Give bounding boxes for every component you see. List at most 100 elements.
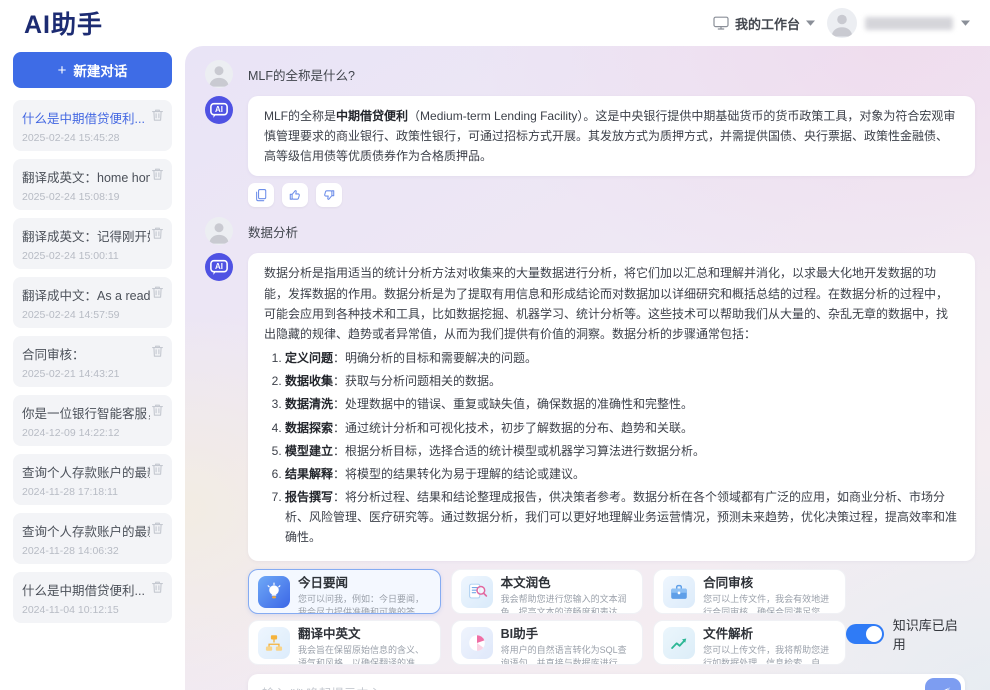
history-item[interactable]: 翻译成中文：As a reader... 2025-02-24 14:57:59	[13, 277, 172, 328]
history-item[interactable]: 你是一位银行智能客服，... 2024-12-09 14:22:12	[13, 395, 172, 446]
conversation-sidebar: + 新建对话 什么是中期借贷便利... 2025-02-24 15:45:28 …	[0, 46, 185, 690]
trash-icon[interactable]	[151, 462, 164, 476]
feature-card-bi[interactable]: BI助手 将用户的自然语言转化为SQL查询语句，并直接与数据库进行交互，返回智能…	[451, 620, 644, 665]
card-desc: 我会帮助您进行您输入的文本润色，提高文本的流畅度和表达效果。	[501, 593, 634, 613]
workspace-menu[interactable]: 我的工作台	[713, 14, 815, 33]
user-menu[interactable]	[827, 8, 970, 38]
toggle-knob	[866, 626, 882, 642]
list-item: 模型建立：根据分析目标，选择合适的统计模型或机器学习算法进行数据分析。	[285, 441, 959, 461]
card-title: BI助手	[501, 626, 634, 643]
history-title: 什么是中期借贷便利...	[22, 580, 150, 599]
history-title: 什么是中期借贷便利...	[22, 108, 150, 127]
polish-doc-icon	[461, 576, 493, 608]
trash-icon[interactable]	[151, 403, 164, 417]
list-item: 定义问题：明确分析的目标和需要解决的问题。	[285, 348, 959, 368]
ai-message-card: MLF的全称是中期借贷便利（Medium-term Lending Facili…	[248, 96, 975, 176]
history-time: 2025-02-24 14:57:59	[22, 309, 163, 321]
knowledge-base-label: 知识库已启用	[893, 615, 969, 653]
ai-message: MLF的全称是中期借贷便利（Medium-term Lending Facili…	[205, 96, 975, 176]
monitor-icon	[713, 16, 729, 30]
card-title: 合同审核	[703, 575, 836, 592]
card-desc: 我会旨在保留原始信息的含义、语气和风格，以确保翻译的准确性和自然流畅。	[298, 644, 431, 664]
analysis-steps-list: 定义问题：明确分析的目标和需要解决的问题。 数据收集：获取与分析问题相关的数据。…	[264, 348, 959, 547]
copy-button[interactable]	[248, 183, 274, 207]
new-chat-label: 新建对话	[73, 60, 127, 80]
history-time: 2025-02-21 14:43:21	[22, 368, 163, 380]
feature-card-contract[interactable]: 合同审核 您可以上传文件，我会有效地进行合同审核，确保合同满足您的业务需求。	[653, 569, 846, 614]
ai-text: MLF的全称是	[264, 109, 336, 123]
history-title: 查询个人存款账户的最新...	[22, 462, 150, 481]
trash-icon[interactable]	[151, 226, 164, 240]
user-message-text: 数据分析	[248, 222, 298, 241]
ai-message-card: 数据分析是指用适当的统计分析方法对收集来的大量数据进行分析，将它们加以汇总和理解…	[248, 253, 975, 560]
history-time: 2024-11-28 14:06:32	[22, 545, 163, 557]
list-item: 数据清洗：处理数据中的错误、重复或缺失值，确保数据的准确性和完整性。	[285, 394, 959, 414]
trash-icon[interactable]	[151, 167, 164, 181]
prompt-input[interactable]	[262, 687, 925, 690]
user-name-redacted	[865, 17, 953, 30]
ai-text-bold: 中期借贷便利	[336, 109, 408, 123]
trend-arrow-icon	[663, 627, 695, 659]
history-time: 2025-02-24 15:45:28	[22, 132, 163, 144]
trash-icon[interactable]	[151, 108, 164, 122]
user-message: MLF的全称是什么?	[205, 60, 975, 88]
history-time: 2025-02-24 15:08:19	[22, 191, 163, 203]
user-avatar-icon	[205, 217, 233, 245]
history-item[interactable]: 翻译成英文：home home 2025-02-24 15:08:19	[13, 159, 172, 210]
card-title: 今日要闻	[298, 575, 431, 592]
chat-panel: MLF的全称是什么? MLF的全称是中期借贷便利（Medium-term Len…	[185, 46, 990, 690]
history-time: 2024-12-09 14:22:12	[22, 427, 163, 439]
chevron-down-icon	[961, 20, 970, 26]
user-avatar-icon	[205, 60, 233, 88]
app-logo: AI助手	[24, 5, 103, 41]
trash-icon[interactable]	[151, 344, 164, 358]
user-message-text: MLF的全称是什么?	[248, 65, 355, 84]
history-title: 翻译成中文：As a reader...	[22, 285, 150, 304]
trash-icon[interactable]	[151, 285, 164, 299]
history-time: 2024-11-04 10:12:15	[22, 604, 163, 616]
ai-avatar-icon	[205, 96, 233, 124]
translate-nodes-icon	[258, 627, 290, 659]
knowledge-base-toggle[interactable]	[846, 624, 884, 644]
history-item[interactable]: 查询个人存款账户的最新... 2024-11-28 14:06:32	[13, 513, 172, 564]
pie-chart-icon	[461, 627, 493, 659]
user-message: 数据分析	[205, 217, 975, 245]
new-chat-button[interactable]: + 新建对话	[13, 52, 172, 88]
card-desc: 您可以上传文件，我会有效地进行合同审核，确保合同满足您的业务需求。	[703, 593, 836, 613]
history-title: 合同审核：	[22, 344, 150, 363]
history-item[interactable]: 什么是中期借贷便利... 2025-02-24 15:45:28	[13, 100, 172, 151]
history-title: 查询个人存款账户的最新...	[22, 521, 150, 540]
ai-message: 数据分析是指用适当的统计分析方法对收集来的大量数据进行分析，将它们加以汇总和理解…	[205, 253, 975, 560]
feature-cards: 今日要闻 您可以问我，例如：今日要闻，我会尽力提供准确和可靠的答案。 本文润色 …	[248, 569, 846, 665]
thumbs-down-button[interactable]	[316, 183, 342, 207]
thumbs-up-button[interactable]	[282, 183, 308, 207]
card-desc: 您可以问我，例如：今日要闻，我会尽力提供准确和可靠的答案。	[298, 593, 431, 613]
history-item[interactable]: 翻译成英文：记得刚开始... 2025-02-24 15:00:11	[13, 218, 172, 269]
workspace-label: 我的工作台	[735, 14, 800, 33]
feature-card-news[interactable]: 今日要闻 您可以问我，例如：今日要闻，我会尽力提供准确和可靠的答案。	[248, 569, 441, 614]
list-item: 报告撰写：将分析过程、结果和结论整理成报告，供决策者参考。数据分析在各个领域都有…	[285, 487, 959, 547]
list-item: 数据收集：获取与分析问题相关的数据。	[285, 371, 959, 391]
avatar	[827, 8, 857, 38]
message-actions	[248, 183, 975, 207]
history-time: 2025-02-24 15:00:11	[22, 250, 163, 262]
feature-card-translate[interactable]: 翻译中英文 我会旨在保留原始信息的含义、语气和风格，以确保翻译的准确性和自然流畅…	[248, 620, 441, 665]
history-item[interactable]: 合同审核： 2025-02-21 14:43:21	[13, 336, 172, 387]
knowledge-base-toggle-row: 知识库已启用	[846, 615, 975, 665]
feature-card-file[interactable]: 文件解析 您可以上传文件，我将帮助您进行如数据处理、信息检索、自动化办公等。	[653, 620, 846, 665]
feature-card-polish[interactable]: 本文润色 我会帮助您进行您输入的文本润色，提高文本的流畅度和表达效果。	[451, 569, 644, 614]
list-item: 结果解释：将模型的结果转化为易于理解的结论或建议。	[285, 464, 959, 484]
briefcase-icon	[663, 576, 695, 608]
card-title: 翻译中英文	[298, 626, 431, 643]
card-title: 文件解析	[703, 626, 836, 643]
quick-actions-area: 今日要闻 您可以问我，例如：今日要闻，我会尽力提供准确和可靠的答案。 本文润色 …	[248, 569, 975, 665]
trash-icon[interactable]	[151, 580, 164, 594]
history-item[interactable]: 什么是中期借贷便利... 2024-11-04 10:12:15	[13, 572, 172, 623]
message-composer	[248, 674, 965, 690]
plus-icon: +	[58, 62, 67, 79]
send-button[interactable]	[925, 678, 961, 690]
trash-icon[interactable]	[151, 521, 164, 535]
history-title: 翻译成英文：记得刚开始...	[22, 226, 150, 245]
card-desc: 您可以上传文件，我将帮助您进行如数据处理、信息检索、自动化办公等。	[703, 644, 836, 664]
history-item[interactable]: 查询个人存款账户的最新... 2024-11-28 17:18:11	[13, 454, 172, 505]
